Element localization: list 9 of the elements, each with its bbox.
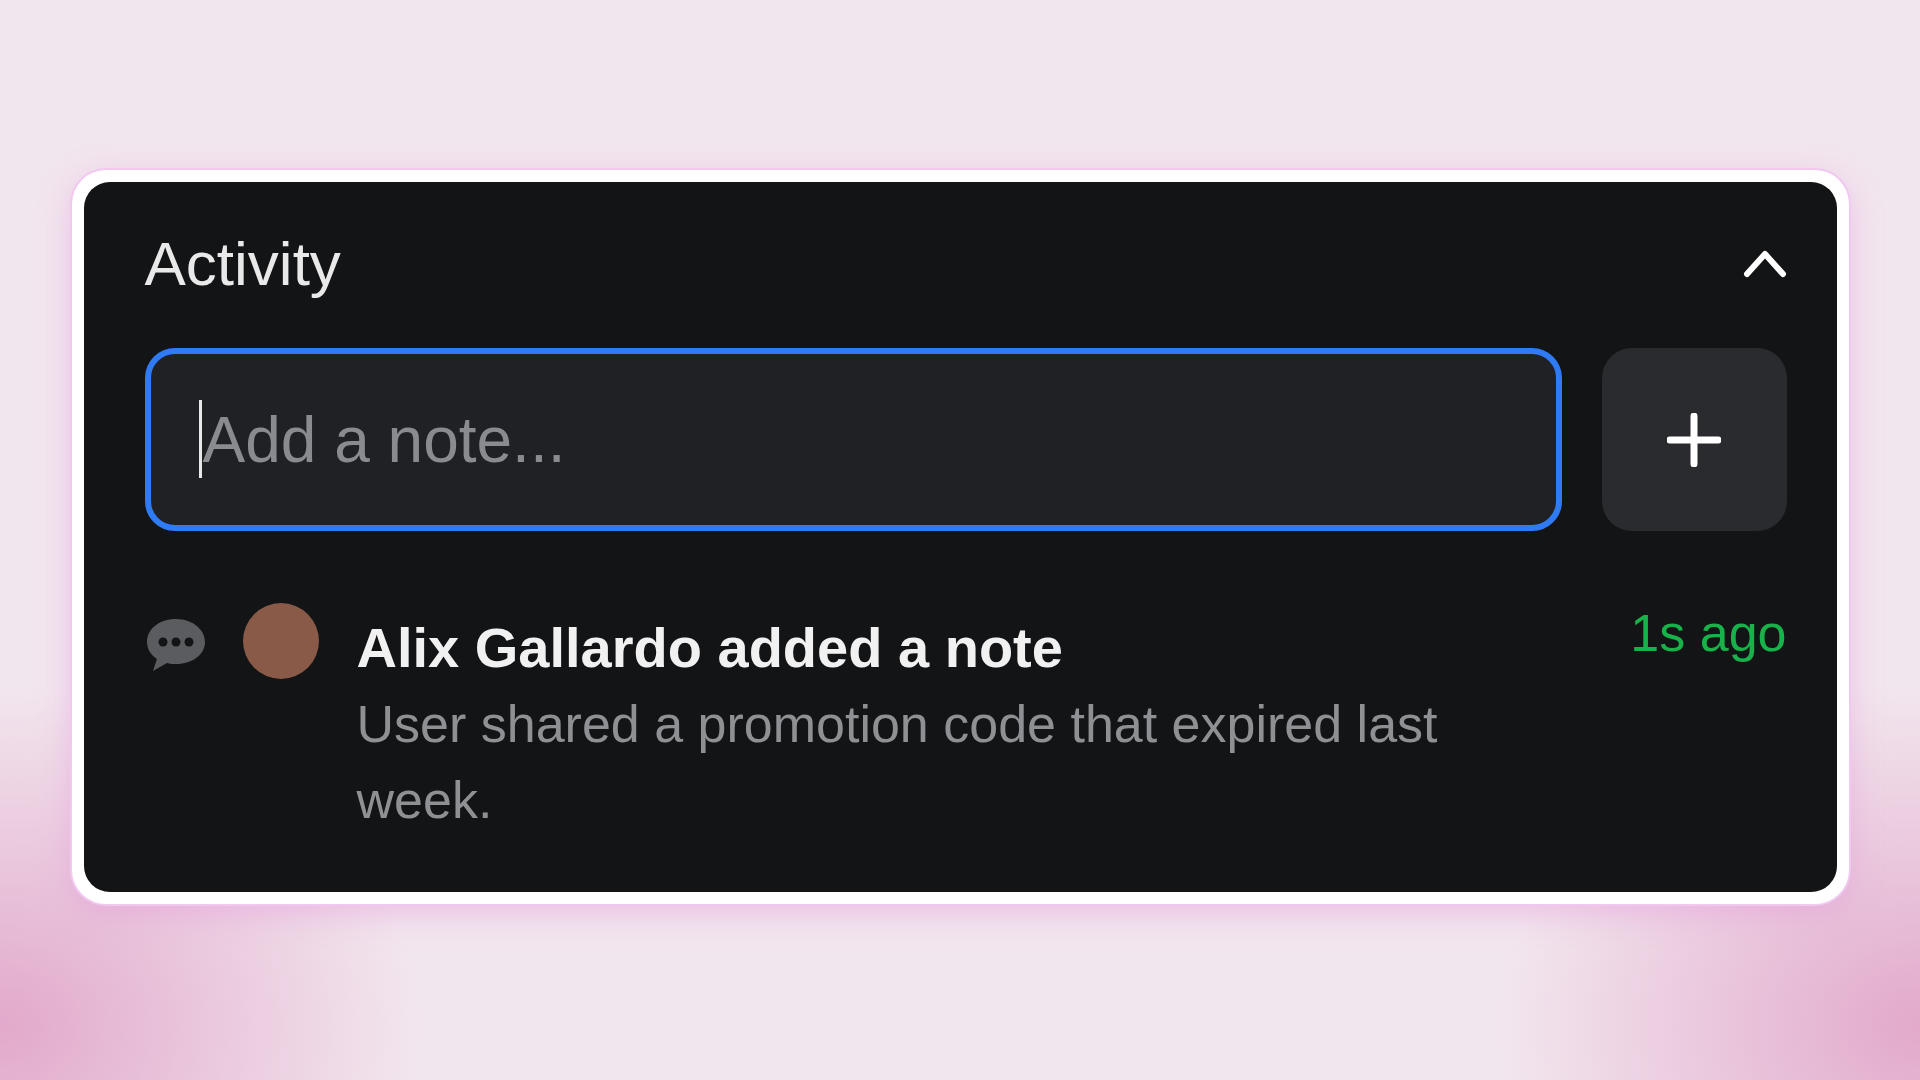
chevron-icon[interactable] [1742,248,1787,278]
panel-title: Activity [144,227,341,299]
note-input-field[interactable]: Add a note... [144,348,1562,531]
speech-bubble-icon [144,617,207,673]
add-button[interactable] [1601,348,1787,531]
activity-summary: Alix Gallardo added a note [356,615,1063,680]
plus-icon [1667,412,1721,467]
activity-time: 1s ago [1630,603,1787,663]
note-text: User shared a promotion code that expired last week. [356,694,1439,831]
